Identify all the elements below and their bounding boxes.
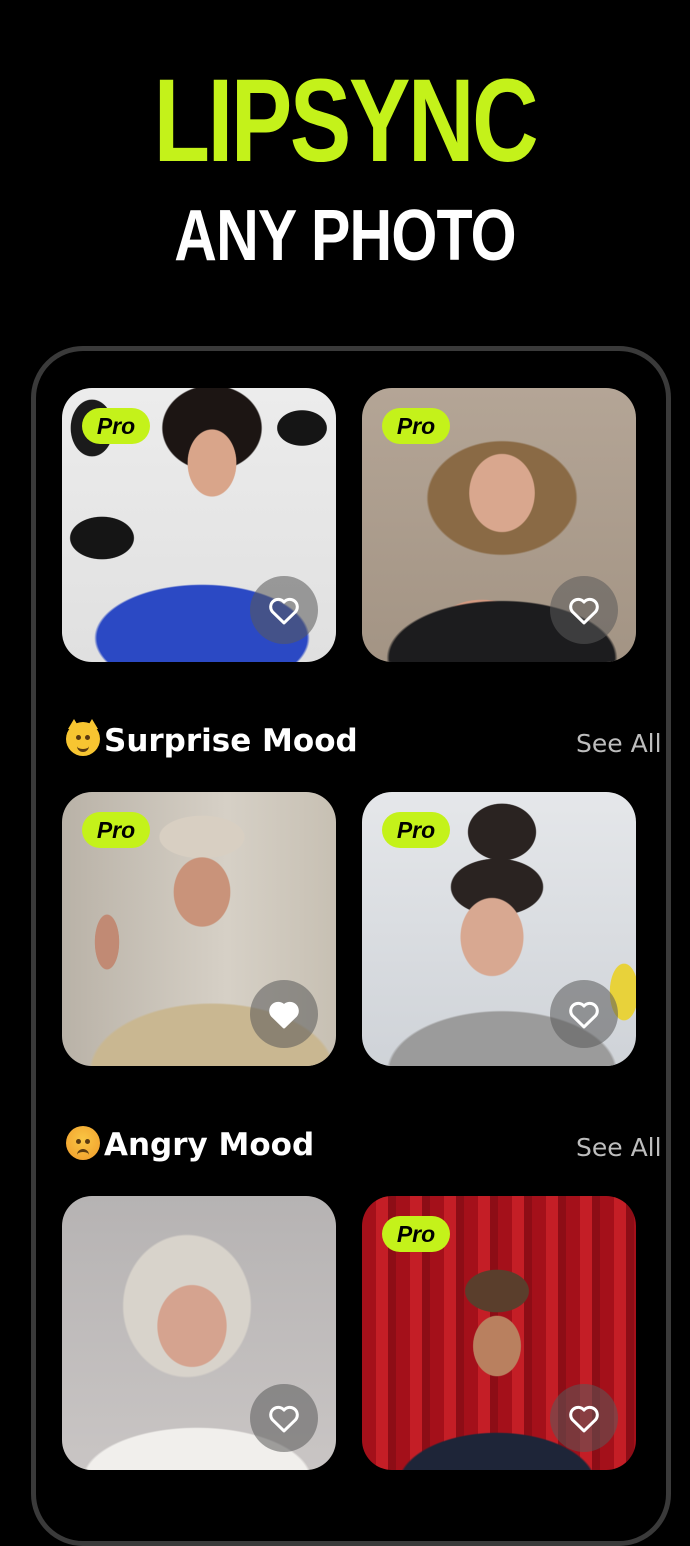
favorite-button[interactable]: [250, 1384, 318, 1452]
heart-outline-icon: [569, 1405, 599, 1433]
video-card[interactable]: Pro: [62, 792, 336, 1066]
section-title-label: Angry Mood: [104, 1127, 315, 1163]
section-title-label: Surprise Mood: [104, 723, 358, 759]
favorite-button[interactable]: [550, 1384, 618, 1452]
video-card[interactable]: Pro: [362, 792, 636, 1066]
heart-outline-icon: [269, 597, 299, 625]
heart-outline-icon: [269, 1405, 299, 1433]
video-card[interactable]: Pro: [362, 388, 636, 662]
see-all-link[interactable]: See All: [576, 1133, 666, 1162]
favorite-button[interactable]: [550, 576, 618, 644]
section-title-surprise: Surprise Mood: [66, 719, 358, 759]
video-card[interactable]: [62, 1196, 336, 1470]
angry-face-emoji-icon: [66, 1126, 100, 1160]
heart-outline-icon: [569, 1001, 599, 1029]
pro-badge: Pro: [82, 812, 150, 848]
pro-badge: Pro: [382, 812, 450, 848]
hero-subtitle: ANY PHOTO: [174, 196, 516, 276]
favorite-button[interactable]: [250, 576, 318, 644]
video-card[interactable]: Pro: [362, 1196, 636, 1470]
pro-badge: Pro: [382, 1216, 450, 1252]
favorite-button[interactable]: [250, 980, 318, 1048]
section-title-angry: Angry Mood: [66, 1126, 314, 1163]
video-card[interactable]: Pro: [62, 388, 336, 662]
pro-badge: Pro: [82, 408, 150, 444]
favorite-button[interactable]: [550, 980, 618, 1048]
heart-filled-icon: [269, 1001, 299, 1029]
see-all-link[interactable]: See All: [576, 729, 666, 758]
pro-badge: Pro: [382, 408, 450, 444]
grinning-cat-emoji-icon: [66, 719, 100, 756]
phone-frame: Pro Pro Surprise Mood See All Pro Pro An…: [31, 346, 671, 1546]
heart-outline-icon: [569, 597, 599, 625]
hero-title: LIPSYNC: [153, 55, 539, 187]
